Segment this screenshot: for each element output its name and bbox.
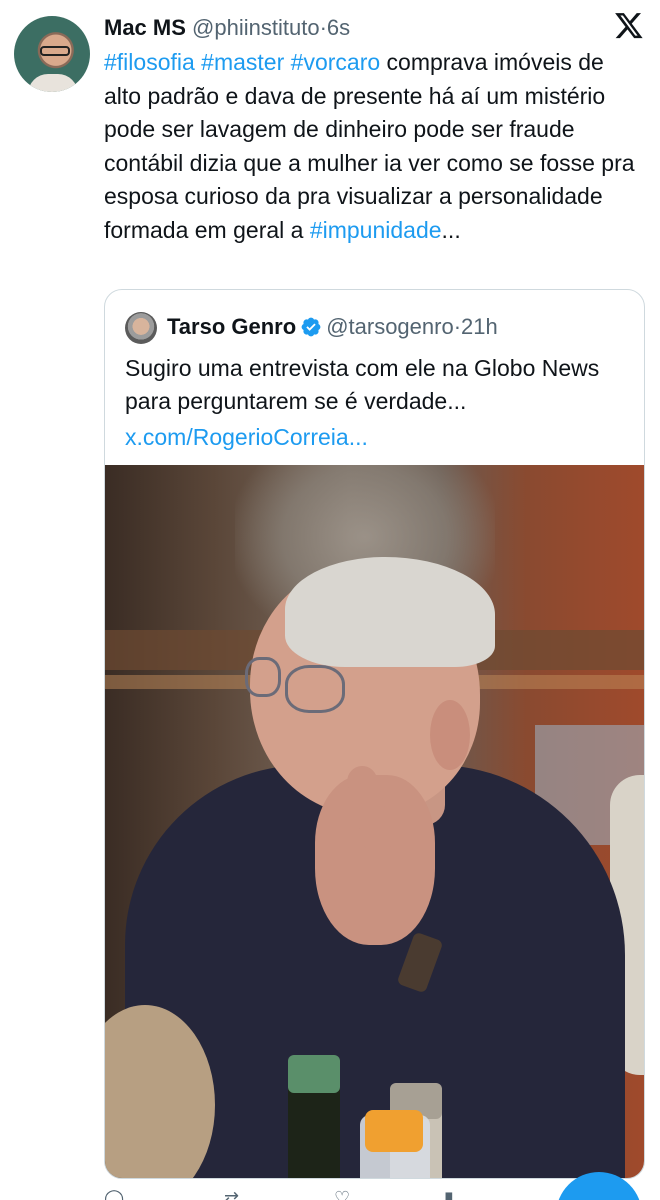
tweet-header: Mac MS @phiinstituto·6s — [104, 14, 350, 42]
hashtag-vorcaro[interactable]: #vorcaro — [291, 49, 380, 75]
author-name[interactable]: Mac MS — [104, 15, 186, 40]
hashtag-master[interactable]: #master — [201, 49, 284, 75]
quoted-photo[interactable] — [105, 465, 644, 1178]
quoted-author-handle[interactable]: @tarsogenro — [326, 314, 454, 339]
photo-person-ear — [430, 700, 470, 770]
avatar-shirt — [28, 74, 78, 92]
quoted-link[interactable]: x.com/RogerioCorreia... — [125, 421, 368, 454]
verified-badge-icon — [301, 317, 321, 337]
hashtag-impunidade[interactable]: #impunidade — [310, 217, 442, 243]
like-icon[interactable]: ♡ — [334, 1188, 350, 1200]
photo-bottle-cap-orange — [365, 1110, 423, 1152]
photo-glasses-lens-right — [285, 665, 345, 713]
author-handle[interactable]: @phiinstituto — [192, 15, 320, 40]
quoted-timestamp[interactable]: 21h — [461, 314, 498, 339]
avatar-glasses — [40, 46, 70, 56]
quoted-separator-dot: · — [453, 314, 462, 339]
photo-glasses-lens-left — [245, 657, 281, 697]
tweet-text: #filosofia #master #vorcaro comprava imó… — [104, 46, 644, 247]
repost-icon[interactable]: ⇄ — [224, 1188, 239, 1200]
reply-icon[interactable]: ◯ — [104, 1188, 124, 1200]
hashtag-filosofia[interactable]: #filosofia — [104, 49, 195, 75]
quoted-author-name[interactable]: Tarso Genro — [167, 314, 296, 339]
views-icon[interactable]: ▮ — [444, 1188, 454, 1200]
tweet-body: comprava imóveis de alto padrão e dava d… — [104, 49, 635, 243]
tweet-actions-bar: ◯ ⇄ ♡ ▮ — [104, 1188, 544, 1200]
author-avatar[interactable] — [14, 16, 90, 92]
photo-person-hair — [285, 557, 495, 667]
tweet-ellipsis: ... — [441, 216, 461, 243]
photo-bottle-cap-green — [288, 1055, 340, 1093]
tweet-timestamp[interactable]: 6s — [327, 15, 350, 40]
quoted-text: Sugiro uma entrevista com ele na Globo N… — [125, 355, 600, 414]
quoted-tweet[interactable]: Tarso Genro @tarsogenro·21h Sugiro uma en… — [104, 289, 645, 1179]
quoted-header: Tarso Genro @tarsogenro·21h — [167, 312, 498, 342]
separator-dot: · — [319, 15, 327, 40]
quoted-author-avatar[interactable] — [125, 312, 157, 344]
x-logo-icon — [615, 13, 643, 39]
